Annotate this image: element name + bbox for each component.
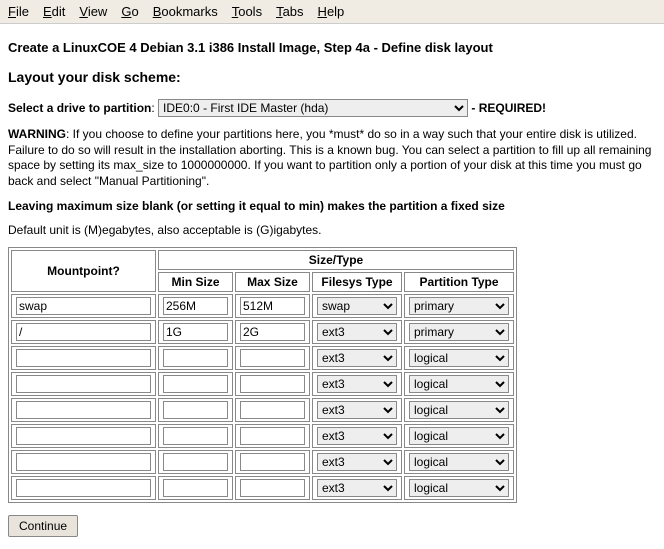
menu-view[interactable]: View	[79, 4, 107, 19]
minsize-input[interactable]	[163, 427, 228, 445]
table-row: swap primary	[11, 294, 514, 318]
table-row: ext3 primary	[11, 320, 514, 344]
minsize-input[interactable]	[163, 375, 228, 393]
filesys-select[interactable]: ext3	[317, 375, 397, 393]
parttype-select[interactable]: logical	[409, 479, 509, 497]
mountpoint-input[interactable]	[16, 453, 151, 471]
partition-table: Mountpoint? Size/Type Min Size Max Size …	[8, 247, 517, 503]
menu-file[interactable]: File	[8, 4, 29, 19]
menu-go[interactable]: Go	[121, 4, 138, 19]
page-title: Create a LinuxCOE 4 Debian 3.1 i386 Inst…	[8, 40, 656, 55]
th-sizetype: Size/Type	[158, 250, 514, 270]
menu-tabs[interactable]: Tabs	[276, 4, 303, 19]
table-row: ext3 logical	[11, 424, 514, 448]
page-subtitle: Layout your disk scheme:	[8, 69, 656, 85]
maxsize-input[interactable]	[240, 427, 305, 445]
table-row: ext3 logical	[11, 398, 514, 422]
drive-label: Select a drive to partition	[8, 101, 151, 115]
menu-bookmarks[interactable]: Bookmarks	[153, 4, 218, 19]
menu-tools[interactable]: Tools	[232, 4, 262, 19]
th-fs: Filesys Type	[312, 272, 402, 292]
required-label: - REQUIRED!	[471, 101, 546, 115]
warning-text: : If you choose to define your partition…	[8, 127, 651, 188]
drive-select[interactable]: IDE0:0 - First IDE Master (hda)	[158, 99, 468, 117]
filesys-select[interactable]: ext3	[317, 323, 397, 341]
filesys-select[interactable]: swap	[317, 297, 397, 315]
minsize-input[interactable]	[163, 297, 228, 315]
parttype-select[interactable]: logical	[409, 349, 509, 367]
minsize-input[interactable]	[163, 401, 228, 419]
filesys-select[interactable]: ext3	[317, 427, 397, 445]
menubar: File Edit View Go Bookmarks Tools Tabs Help	[0, 0, 664, 24]
mountpoint-input[interactable]	[16, 375, 151, 393]
parttype-select[interactable]: primary	[409, 323, 509, 341]
continue-button[interactable]: Continue	[8, 515, 78, 537]
parttype-select[interactable]: logical	[409, 453, 509, 471]
menu-help[interactable]: Help	[318, 4, 345, 19]
table-row: ext3 logical	[11, 450, 514, 474]
parttype-select[interactable]: logical	[409, 401, 509, 419]
parttype-select[interactable]: logical	[409, 375, 509, 393]
maxsize-input[interactable]	[240, 479, 305, 497]
warning-label: WARNING	[8, 127, 66, 141]
minsize-input[interactable]	[163, 453, 228, 471]
th-min: Min Size	[158, 272, 233, 292]
th-mountpoint: Mountpoint?	[11, 250, 156, 292]
unit-note: Default unit is (M)egabytes, also accept…	[8, 223, 656, 237]
parttype-select[interactable]: primary	[409, 297, 509, 315]
filesys-select[interactable]: ext3	[317, 479, 397, 497]
menu-edit[interactable]: Edit	[43, 4, 65, 19]
content: Create a LinuxCOE 4 Debian 3.1 i386 Inst…	[0, 24, 664, 549]
filesys-select[interactable]: ext3	[317, 401, 397, 419]
maxsize-input[interactable]	[240, 375, 305, 393]
mountpoint-input[interactable]	[16, 479, 151, 497]
mountpoint-input[interactable]	[16, 297, 151, 315]
maxsize-input[interactable]	[240, 401, 305, 419]
maxsize-input[interactable]	[240, 349, 305, 367]
filesys-select[interactable]: ext3	[317, 349, 397, 367]
warning-paragraph: WARNING: If you choose to define your pa…	[8, 127, 656, 189]
table-row: ext3 logical	[11, 476, 514, 500]
maxsize-input[interactable]	[240, 453, 305, 471]
mountpoint-input[interactable]	[16, 323, 151, 341]
drive-select-row: Select a drive to partition: IDE0:0 - Fi…	[8, 99, 656, 117]
minsize-input[interactable]	[163, 479, 228, 497]
table-row: ext3 logical	[11, 346, 514, 370]
mountpoint-input[interactable]	[16, 427, 151, 445]
minsize-input[interactable]	[163, 349, 228, 367]
table-row: ext3 logical	[11, 372, 514, 396]
minsize-input[interactable]	[163, 323, 228, 341]
fixed-size-note: Leaving maximum size blank (or setting i…	[8, 199, 656, 213]
mountpoint-input[interactable]	[16, 401, 151, 419]
maxsize-input[interactable]	[240, 323, 305, 341]
parttype-select[interactable]: logical	[409, 427, 509, 445]
th-pt: Partition Type	[404, 272, 514, 292]
th-max: Max Size	[235, 272, 310, 292]
filesys-select[interactable]: ext3	[317, 453, 397, 471]
mountpoint-input[interactable]	[16, 349, 151, 367]
maxsize-input[interactable]	[240, 297, 305, 315]
